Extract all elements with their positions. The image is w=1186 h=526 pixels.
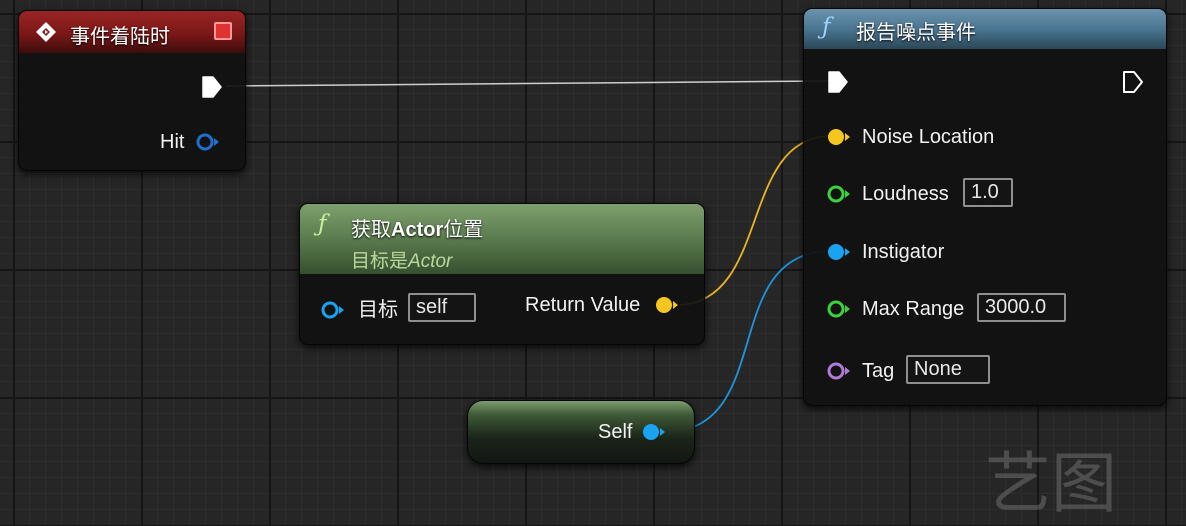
tag-label: Tag [862, 360, 895, 382]
exec-output-pin[interactable] [1122, 70, 1144, 99]
hit-pin[interactable] [195, 131, 221, 158]
max-range-field[interactable]: 3000.0 [977, 293, 1066, 322]
noise-location-label: Noise Location [862, 126, 995, 148]
event-landed-node[interactable]: 事件着陆时 Hit [18, 10, 246, 171]
loudness-field[interactable]: 1.0 [963, 178, 1013, 207]
watermark: 艺图 [985, 445, 1117, 522]
get-actor-location-node[interactable]: ƒ 获取Actor位置 目标是Actor 目标 self Return Valu… [299, 203, 705, 345]
event-stop-icon[interactable] [214, 22, 232, 40]
report-noise-event-node[interactable]: ƒ 报告噪点事件 Noise Location Loudness 1.0 Ins… [803, 8, 1167, 406]
event-diamond-icon [35, 21, 56, 42]
return-value-pin[interactable] [654, 294, 680, 321]
max-range-pin[interactable] [826, 298, 852, 325]
self-label: Self [598, 421, 633, 443]
return-value-label: Return Value [525, 294, 641, 316]
get-location-node-subtitle: 目标是Actor [351, 251, 453, 272]
noise-location-pin[interactable] [826, 126, 852, 153]
hit-pin-label: Hit [160, 131, 185, 153]
target-field[interactable]: self [408, 293, 476, 322]
report-node-title: 报告噪点事件 [856, 22, 976, 44]
function-f-icon: ƒ [318, 211, 327, 237]
function-f-icon: ƒ [822, 14, 831, 40]
loudness-label: Loudness [862, 183, 949, 205]
get-location-node-title: 获取Actor位置 [351, 219, 484, 241]
self-node[interactable]: Self [467, 400, 695, 464]
max-range-label: Max Range [862, 298, 965, 320]
target-pin[interactable] [320, 299, 346, 326]
self-output-pin[interactable] [641, 421, 667, 448]
instigator-pin[interactable] [826, 241, 852, 268]
exec-wire[interactable] [225, 80, 829, 87]
exec-input-pin[interactable] [827, 70, 849, 99]
event-node-title: 事件着陆时 [70, 26, 170, 48]
exec-output-pin[interactable] [201, 75, 223, 104]
instigator-label: Instigator [862, 241, 945, 263]
target-label: 目标 [358, 299, 398, 321]
loudness-pin[interactable] [826, 183, 852, 210]
tag-pin[interactable] [826, 360, 852, 387]
tag-field[interactable]: None [906, 355, 990, 384]
